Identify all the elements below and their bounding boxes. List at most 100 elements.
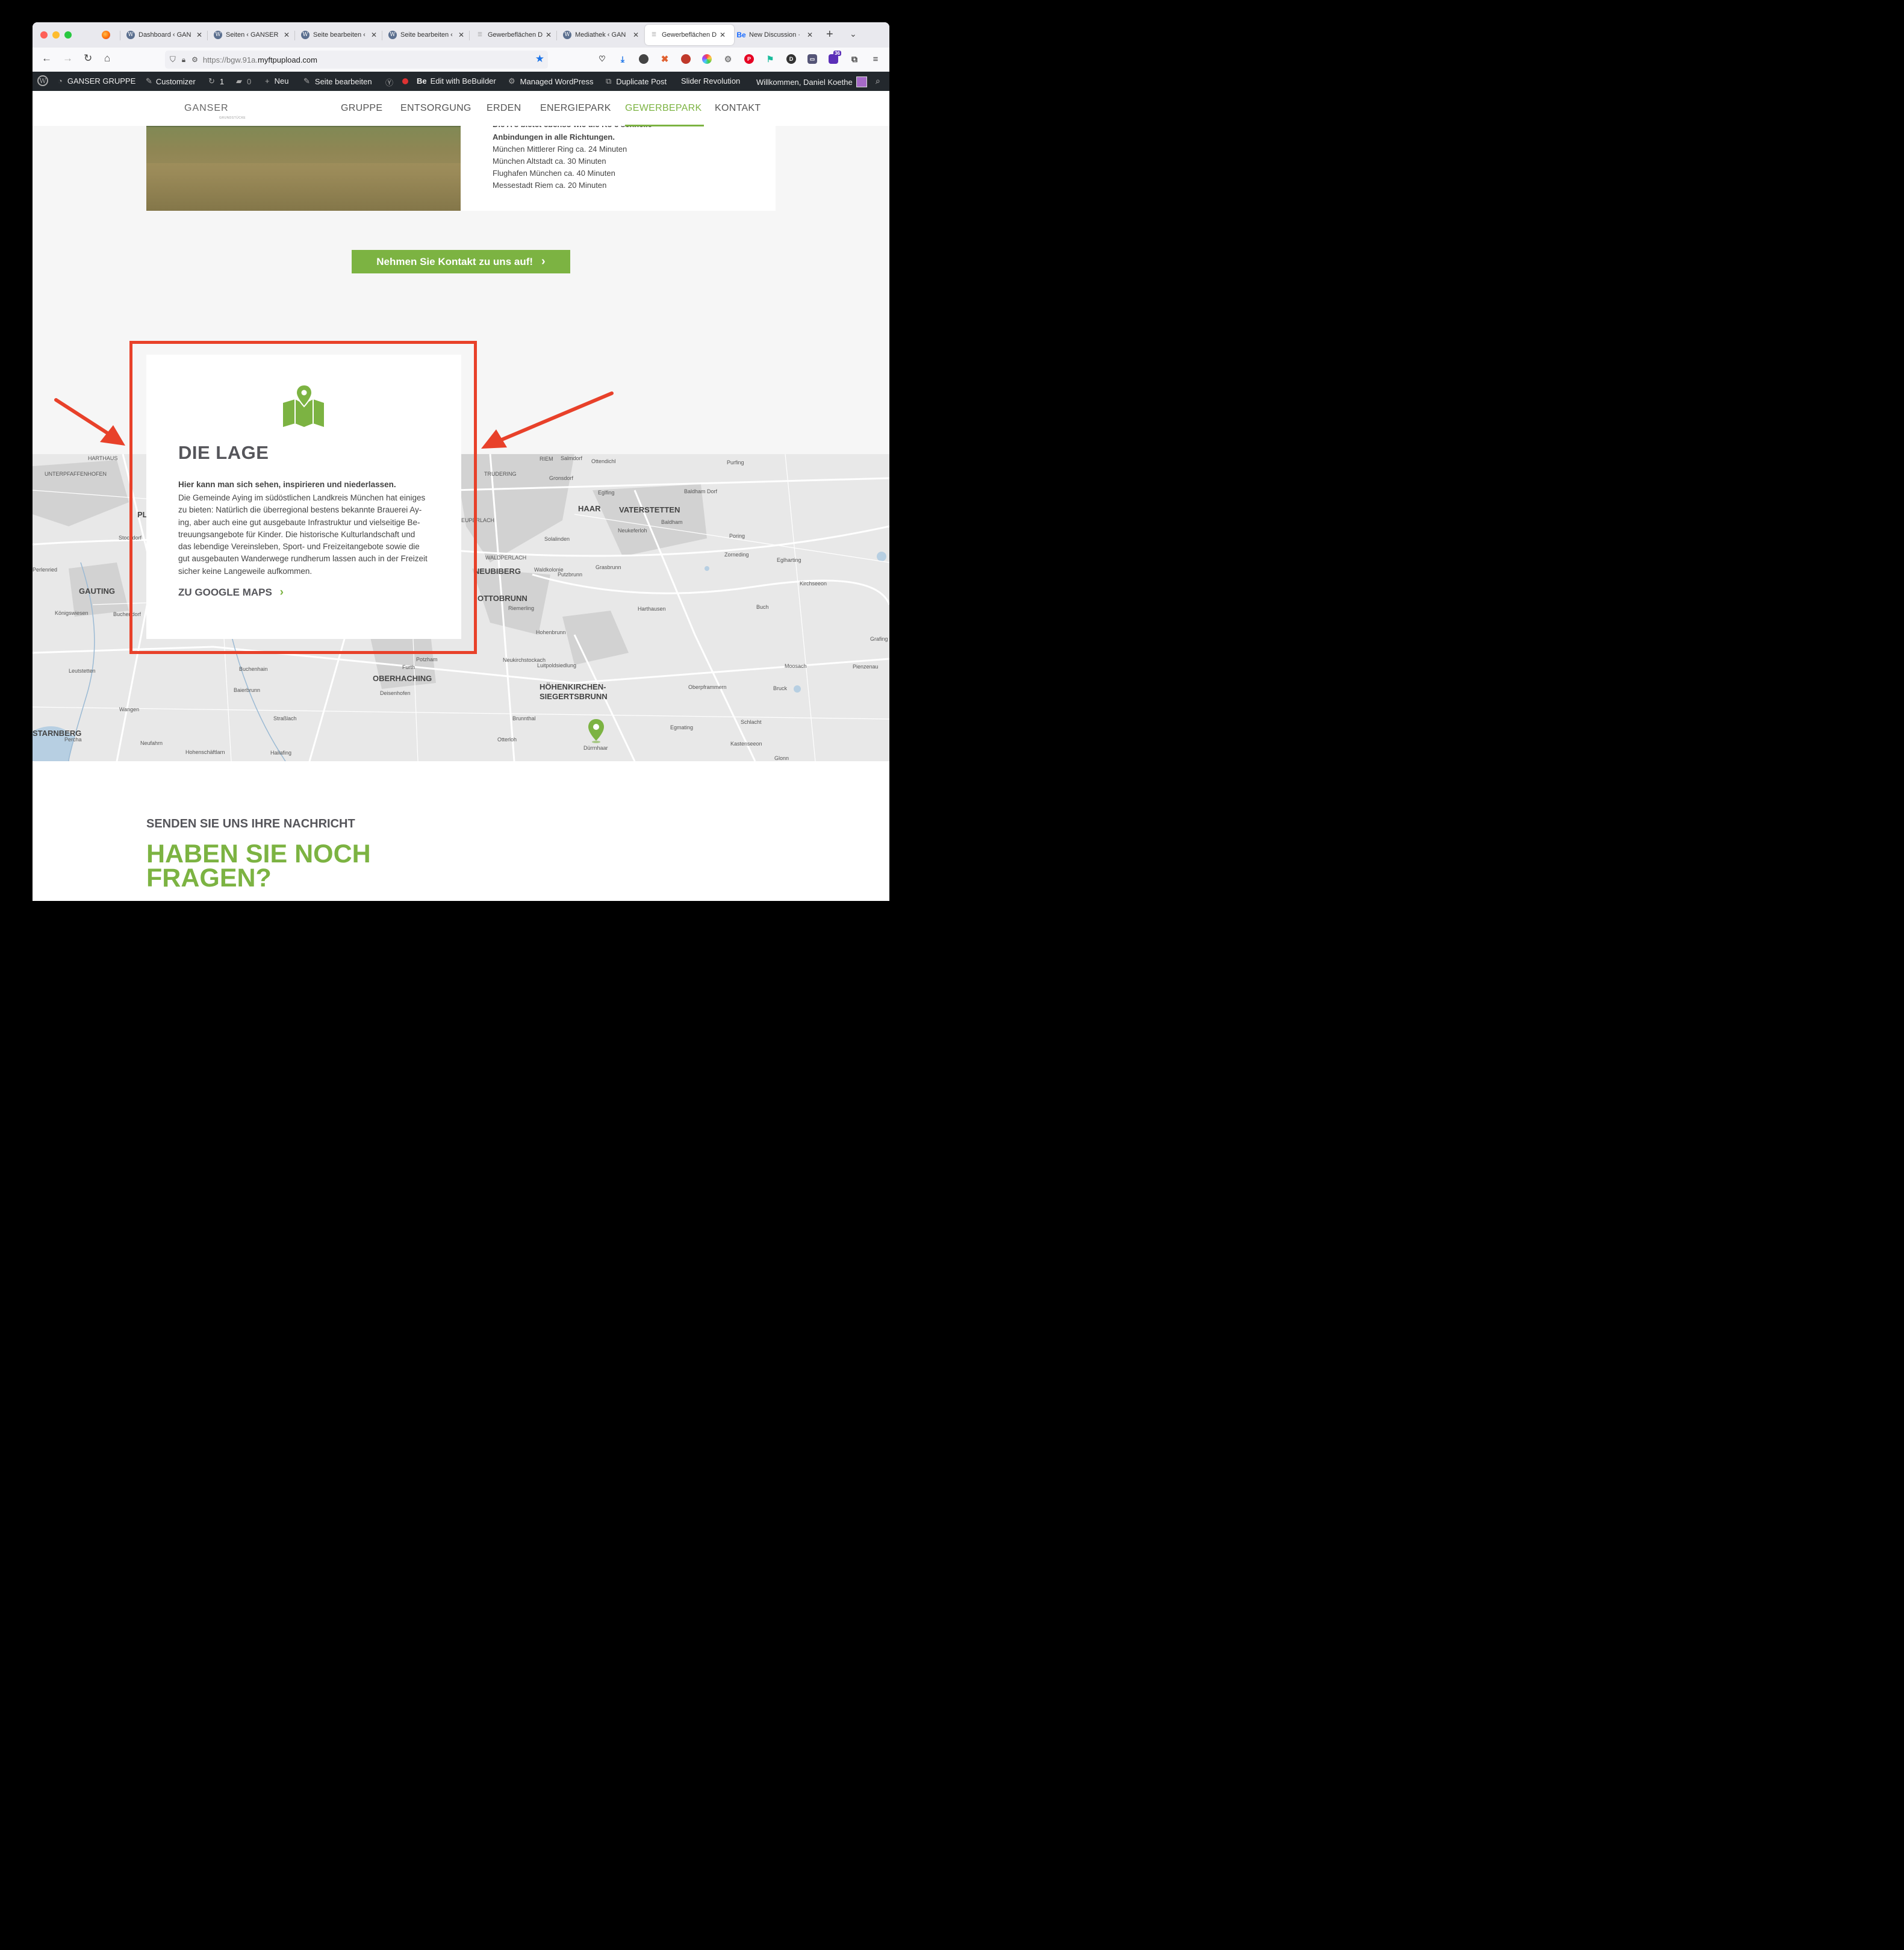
refresh-icon: ↻ [208, 76, 215, 86]
menu-item-energiepark[interactable]: ENERGIEPARK [540, 103, 611, 114]
close-icon[interactable]: ✕ [546, 31, 552, 39]
zoom-window-button[interactable] [64, 31, 72, 39]
wp-bebuilder-link[interactable]: Be Edit with BeBuilder [417, 76, 496, 86]
ganser-icon: ☰ [651, 32, 657, 38]
gear-extension-icon[interactable]: ⚙ [723, 54, 733, 64]
close-icon[interactable]: ✕ [196, 31, 202, 39]
close-icon[interactable]: ✕ [371, 31, 377, 39]
comment-icon: ▰ [236, 76, 242, 86]
menu-item-gewerbepark[interactable]: GEWERBEPARK [625, 103, 702, 114]
menu-icon[interactable]: ≡ [871, 54, 880, 64]
map-label: Salmdorf [561, 455, 583, 461]
site-logo[interactable]: GANSER GRUNDSTÜCKE [184, 103, 246, 120]
map-label: Harthausen [638, 606, 666, 612]
map-label: Pienzenau [853, 664, 879, 670]
map-label: Deisenhofen [380, 690, 411, 696]
tab-list-chevron-icon[interactable]: ⌄ [850, 29, 857, 39]
pencil-icon: ✎ [303, 76, 310, 86]
status-dot-icon[interactable] [402, 78, 408, 84]
pinterest-icon[interactable]: P [744, 54, 754, 64]
extension-green-icon[interactable]: ⚑ [765, 54, 775, 64]
wp-customizer-link[interactable]: ✎ Customizer [146, 76, 196, 86]
download-icon[interactable]: ⤓ [618, 54, 627, 64]
chevron-right-icon: › [541, 255, 546, 268]
new-tab-button[interactable]: + [826, 28, 833, 42]
map-label: Perlenried [33, 567, 58, 573]
menu-item-entsorgung[interactable]: ENTSORGUNG [400, 103, 471, 114]
url-text[interactable]: https://bgw.91a.myftpupload.com [203, 55, 317, 64]
map-pin-marker-icon[interactable] [588, 719, 605, 743]
close-icon[interactable]: ✕ [633, 31, 639, 39]
behance-icon: Be [736, 31, 746, 39]
page-content: Die A 8 bietet ebenso wie die Ko e schne… [33, 91, 889, 901]
map-label: UNTERPFAFFENHOFEN [45, 471, 107, 477]
map-label: Baldham Dorf [684, 488, 718, 494]
menu-item-gruppe[interactable]: GRUPPE [341, 103, 382, 114]
tab-gewerbeflaechen-1[interactable]: ☰ Gewerbeflächen D ✕ [473, 25, 558, 45]
contact-cta-button[interactable]: Nehmen Sie Kontakt zu uns auf! › [352, 250, 570, 273]
tab-seiten[interactable]: W Seiten ‹ GANSER ✕ [211, 25, 296, 45]
forward-arrow-icon[interactable]: → [63, 52, 73, 64]
permissions-icon[interactable]: ⚙ [191, 55, 198, 64]
wp-site-link[interactable]: ◔ GANSER GRUPPE [58, 76, 135, 86]
map-label: Kastenseeon [730, 741, 762, 747]
wp-edit-page-link[interactable]: ✎ Seite bearbeiten [303, 76, 372, 86]
map-label: Putzbrunn [558, 572, 583, 578]
extension-x-icon[interactable]: ✖ [660, 54, 670, 64]
wp-comments-link[interactable]: ▰ 0 [236, 76, 251, 86]
color-wheel-icon[interactable] [702, 54, 712, 64]
map-label: VATERSTETTEN [619, 505, 680, 514]
extension-purple-icon[interactable]: 36 [829, 51, 841, 64]
tab-dashboard[interactable]: W Dashboard ‹ GAN ✕ [124, 25, 208, 45]
close-window-button[interactable] [40, 31, 48, 39]
wp-duplicate-link[interactable]: ⧉ Duplicate Post [606, 76, 667, 86]
tab-seite-bearbeiten-1[interactable]: W Seite bearbeiten ‹ ✕ [299, 25, 383, 45]
close-icon[interactable]: ✕ [807, 31, 813, 39]
url-bar[interactable]: ⛉ 🔒︎ ⚙ https://bgw.91a.myftpupload.com ★ [165, 51, 548, 69]
tab-seite-bearbeiten-2[interactable]: W Seite bearbeiten ‹ ✕ [386, 25, 470, 45]
yoast-icon[interactable]: Ⓨ [385, 76, 393, 88]
map-label: Königswiesen [55, 610, 89, 616]
map-label: NEUBIBERG [474, 567, 521, 576]
map-label: Bruck [773, 685, 788, 691]
extensions-puzzle-icon[interactable]: ⧉ [850, 54, 859, 64]
search-icon[interactable]: ⌕ [876, 76, 880, 86]
menu-item-kontakt[interactable]: KONTAKT [715, 103, 761, 114]
wordpress-icon: W [388, 31, 397, 39]
menu-item-erden[interactable]: ERDEN [487, 103, 521, 114]
bookmark-star-icon[interactable]: ★ [535, 53, 544, 65]
reload-icon[interactable]: ↻ [84, 52, 92, 64]
map-label: Grasbrunn [596, 564, 621, 570]
extension-d-icon[interactable]: D [786, 54, 796, 64]
close-icon[interactable]: ✕ [458, 31, 464, 39]
wp-account-link[interactable]: Willkommen, Daniel Koethe [756, 76, 867, 87]
map-label: Kirchseeon [800, 581, 827, 587]
close-icon[interactable]: ✕ [720, 31, 726, 39]
wp-managed-link[interactable]: ⚙ Managed WordPress [508, 76, 594, 86]
map-label: Hailafing [270, 750, 292, 756]
extension-circle-icon[interactable] [639, 54, 649, 64]
screen-icon[interactable]: ▭ [807, 54, 817, 64]
site-header: GANSER GRUNDSTÜCKE GRUPPE ENTSORGUNG ERD… [33, 91, 889, 126]
map-label: Buchenhain [239, 666, 268, 672]
minimize-window-button[interactable] [52, 31, 60, 39]
brush-icon: ✎ [146, 76, 152, 86]
extension-red-icon[interactable] [681, 54, 691, 64]
wp-new-link[interactable]: + Neu [265, 76, 288, 86]
map-label: OBERHACHING [373, 674, 432, 683]
home-icon[interactable]: ⌂ [104, 52, 110, 64]
wp-logo-icon[interactable]: W [37, 75, 48, 86]
shield-icon[interactable]: ⛉ [170, 55, 176, 64]
travel-line: Messestadt Riem ca. 20 Minuten [493, 181, 607, 190]
map-label: Neufahrn [140, 740, 163, 746]
lock-icon[interactable]: 🔒︎ [182, 55, 185, 64]
pocket-icon[interactable]: ♡ [597, 54, 607, 64]
tab-gewerbeflaechen-active[interactable]: ☰ Gewerbeflächen D ✕ [645, 25, 734, 45]
tab-new-discussion[interactable]: Be New Discussion · ✕ [735, 25, 819, 45]
wp-updates-link[interactable]: ↻ 1 [208, 76, 224, 86]
close-icon[interactable]: ✕ [284, 31, 290, 39]
tab-mediathek[interactable]: W Mediathek ‹ GAN ✕ [561, 25, 645, 45]
firefox-icon[interactable] [102, 31, 110, 39]
wp-slider-link[interactable]: Slider Revolution [681, 76, 740, 86]
back-arrow-icon[interactable]: ← [42, 52, 52, 64]
